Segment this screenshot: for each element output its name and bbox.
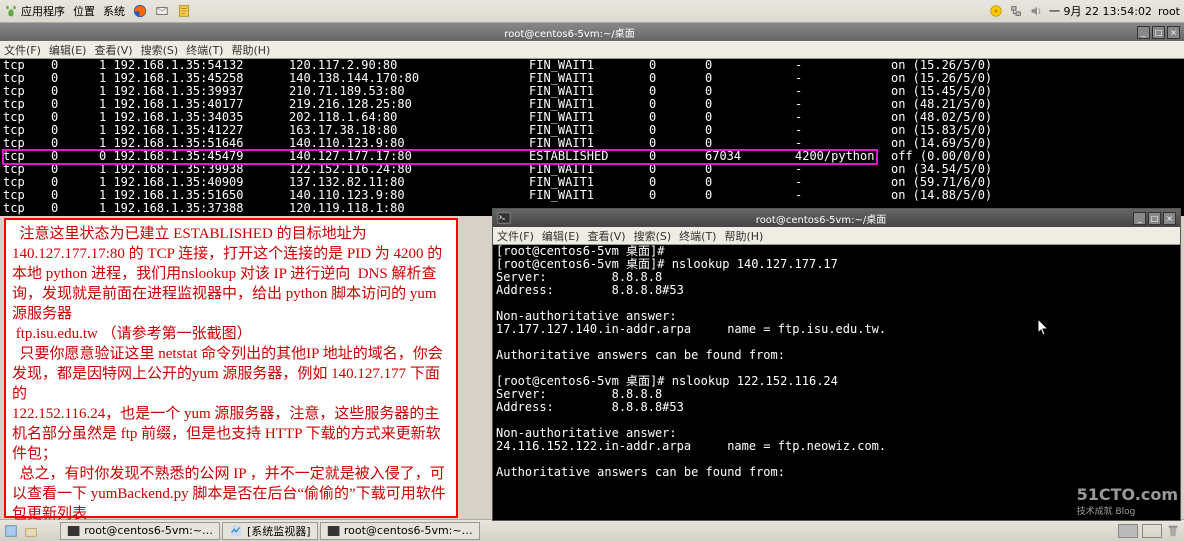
- menu-view[interactable]: 查看(V): [94, 42, 132, 58]
- menu-edit[interactable]: 编辑(E): [49, 42, 87, 58]
- sysmon-icon: [229, 524, 243, 538]
- workspace-1[interactable]: [1118, 524, 1138, 538]
- workspace-2[interactable]: [1142, 524, 1162, 538]
- menubar: 文件(F) 编辑(E) 查看(V) 搜索(S) 终端(T) 帮助(H): [493, 227, 1180, 245]
- close-button[interactable]: ×: [1167, 26, 1180, 39]
- terminal-1: root@centos6-5vm:~/桌面 _ □ × 文件(F) 编辑(E) …: [0, 23, 1184, 216]
- annotation-box: 注意这里状态为已建立 ESTABLISHED 的目标地址为 140.127.17…: [4, 218, 458, 518]
- close-button[interactable]: ×: [1163, 212, 1176, 225]
- gnome-top-panel: 应用程序 位置 系统 一 9月 22 13:54:02 root: [0, 0, 1184, 23]
- menu-places[interactable]: 位置: [73, 3, 95, 19]
- task-button-sysmon[interactable]: [系统监视器]: [222, 522, 318, 540]
- menu-file[interactable]: 文件(F): [497, 228, 534, 244]
- window-title: root@centos6-5vm:~/桌面: [511, 211, 1131, 226]
- menu-help[interactable]: 帮助(H): [724, 228, 763, 244]
- menu-applications[interactable]: 应用程序: [4, 3, 65, 19]
- clock[interactable]: 一 9月 22 13:54:02: [1049, 3, 1152, 19]
- volume-icon[interactable]: [1029, 4, 1043, 18]
- update-icon[interactable]: [989, 4, 1003, 18]
- titlebar[interactable]: root@centos6-5vm:~/桌面 _ □ ×: [493, 209, 1180, 227]
- watermark-main: 51CTO.com: [1077, 485, 1178, 504]
- label: [系统监视器]: [247, 523, 311, 539]
- menu-terminal[interactable]: 终端(T): [186, 42, 223, 58]
- menu-search[interactable]: 搜索(S): [634, 228, 672, 244]
- menubar: 文件(F) 编辑(E) 查看(V) 搜索(S) 终端(T) 帮助(H): [0, 41, 1184, 59]
- terminal-output[interactable]: [root@centos6-5vm 桌面]# [root@centos6-5vm…: [493, 245, 1180, 479]
- annotation-text: 注意这里状态为已建立 ESTABLISHED 的目标地址为 140.127.17…: [12, 224, 450, 524]
- gedit-icon[interactable]: [177, 4, 191, 18]
- task-button-terminal1[interactable]: root@centos6-5vm:~…: [60, 522, 220, 540]
- menu-search[interactable]: 搜索(S): [141, 42, 179, 58]
- terminal-icon: [67, 524, 80, 538]
- terminal-output[interactable]: tcp01 192.168.1.35:54132120.117.2.90:80F…: [0, 59, 1184, 215]
- menu-edit[interactable]: 编辑(E): [542, 228, 580, 244]
- foot-icon: [4, 4, 18, 18]
- menu-terminal[interactable]: 终端(T): [679, 228, 716, 244]
- watermark: 51CTO.com 技术成就 Blog: [1077, 485, 1178, 517]
- label: 应用程序: [21, 3, 65, 19]
- window-title: root@centos6-5vm:~/桌面: [4, 25, 1135, 40]
- file-manager-icon[interactable]: [24, 524, 38, 538]
- maximize-button[interactable]: □: [1152, 26, 1165, 39]
- menu-help[interactable]: 帮助(H): [231, 42, 270, 58]
- terminal-icon: [497, 211, 511, 225]
- mouse-cursor-icon: [1038, 319, 1050, 337]
- terminal-2: root@centos6-5vm:~/桌面 _ □ × 文件(F) 编辑(E) …: [492, 208, 1181, 521]
- trash-icon[interactable]: [1166, 524, 1180, 538]
- firefox-icon[interactable]: [133, 4, 147, 18]
- terminal-icon: [327, 524, 340, 538]
- minimize-button[interactable]: _: [1133, 212, 1146, 225]
- titlebar[interactable]: root@centos6-5vm:~/桌面 _ □ ×: [0, 23, 1184, 41]
- maximize-button[interactable]: □: [1148, 212, 1161, 225]
- menu-view[interactable]: 查看(V): [587, 228, 625, 244]
- user-menu[interactable]: root: [1158, 5, 1180, 18]
- menu-system[interactable]: 系统: [103, 3, 125, 19]
- label: root@centos6-5vm:~…: [84, 524, 213, 537]
- network-icon[interactable]: [1009, 4, 1023, 18]
- evolution-icon[interactable]: [155, 4, 169, 18]
- task-button-terminal2[interactable]: root@centos6-5vm:~…: [320, 522, 480, 540]
- show-desktop-icon[interactable]: [4, 524, 18, 538]
- label: root@centos6-5vm:~…: [344, 524, 473, 537]
- menu-file[interactable]: 文件(F): [4, 42, 41, 58]
- minimize-button[interactable]: _: [1137, 26, 1150, 39]
- watermark-sub: 技术成就 Blog: [1077, 504, 1178, 517]
